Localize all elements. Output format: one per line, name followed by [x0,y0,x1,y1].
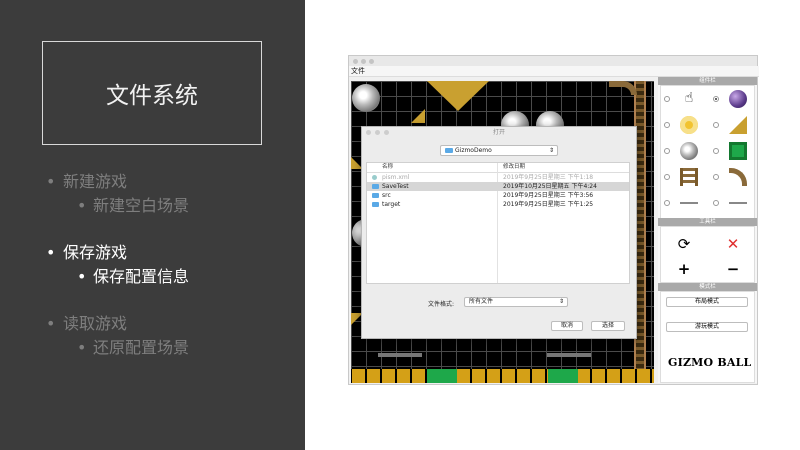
file-date: 2019年9月25日星期三 下午1:18 [503,174,594,181]
chevron-updown-icon: ⇕ [558,298,564,305]
tools-grid: ⟳ ✕ + − [660,226,755,283]
modes-header: 模式栏 [658,283,757,291]
folder-name: GizmoDemo [455,147,492,154]
folder-icon [372,202,379,207]
emerald-icon[interactable] [729,142,747,160]
radio-curved-track[interactable] [713,174,719,180]
file-list-header: 名称 修改日期 [367,163,629,173]
delete-icon[interactable]: ✕ [723,237,743,252]
tools-header: 工具栏 [658,218,757,226]
file-name: pism.xml [382,174,410,181]
straight-track-icon[interactable] [680,168,698,186]
triangle-icon[interactable] [729,116,747,134]
file-date: 2019年9月25日星期三 下午1:25 [503,201,594,208]
flipper-baffle [378,353,422,357]
folder-dropdown[interactable]: GizmoDemo ⇕ [440,145,558,156]
file-date: 2019年10月25日星期五 下午4:24 [503,183,597,190]
rotate-icon[interactable]: ⟳ [674,237,694,252]
emerald-block-icon [427,369,457,383]
file-format-label: 文件格式: [428,301,455,308]
layout-mode-button[interactable]: 布局模式 [666,297,748,307]
ring-icon[interactable] [680,116,698,134]
file-name: src [382,192,391,199]
right-baffle-icon[interactable] [729,202,747,204]
xml-file-icon [372,175,377,180]
menu-file[interactable]: 文件 [351,67,365,75]
flipper-baffle [547,353,591,357]
components-header: 组件栏 [658,77,757,85]
chevron-updown-icon: ⇕ [548,147,554,154]
minimize-window-icon[interactable] [361,59,366,64]
bullet-list: 新建游戏 新建空白场景 保存游戏 保存配置信息 读取游戏 还原配置场景 [46,170,296,360]
slide-title: 文件系统 [106,83,198,109]
open-file-dialog: 打开 GizmoDemo ⇕ 名称 修改日期 pism.xml 2019年9月2… [361,126,637,339]
gold-triangle-icon [411,109,425,123]
gold-triangle-icon [427,81,489,111]
dialog-close-icon[interactable] [366,130,371,135]
radio-ring[interactable] [664,122,670,128]
column-name[interactable]: 名称 [382,163,393,172]
slide-title-box: 文件系统 [42,41,262,145]
left-baffle-icon[interactable] [680,202,698,204]
diamond-icon[interactable] [680,142,698,160]
dialog-zoom-icon[interactable] [384,130,389,135]
bullet-new-game: 新建游戏 [46,170,296,194]
sub-bullet-restore-scene: 还原配置场景 [46,336,296,360]
list-item[interactable]: target 2019年9月25日星期三 下午1:25 [367,200,629,209]
dialog-title: 打开 [492,129,505,136]
curved-track-icon[interactable] [729,168,747,186]
sub-bullet-new-blank-scene: 新建空白场景 [46,194,296,218]
ball-icon[interactable] [729,90,747,108]
folder-icon [372,184,379,189]
file-name: target [382,201,401,208]
file-name: SaveTest [382,183,409,190]
radio-ball[interactable] [713,96,719,102]
play-mode-button[interactable]: 游玩模式 [666,322,748,332]
gizmo-ball-logo: GIZMO BALL [668,356,752,369]
emerald-block-icon [548,369,578,383]
radio-triangle[interactable] [713,122,719,128]
side-panel: 组件栏 ☝ 工具栏 ⟳ ✕ + − 模式栏 布局模式 游玩模式 [658,77,757,383]
components-grid: ☝ [660,85,755,221]
close-window-icon[interactable] [353,59,358,64]
folder-icon [372,193,379,198]
bullet-load-game: 读取游戏 [46,312,296,336]
radio-finger[interactable] [664,96,670,102]
curved-track-icon [609,81,637,95]
radio-right-baffle[interactable] [713,200,719,206]
radio-track[interactable] [664,174,670,180]
zoom-out-icon[interactable]: − [723,262,743,277]
list-item[interactable]: SaveTest 2019年10月25日星期五 下午4:24 [367,182,629,191]
file-format-dropdown[interactable]: 所有文件 ⇕ [464,297,568,307]
cancel-button[interactable]: 取消 [551,321,583,331]
column-modified[interactable]: 修改日期 [503,163,525,172]
radio-diamond[interactable] [664,148,670,154]
sub-bullet-save-config: 保存配置信息 [46,265,296,289]
finger-pointer-icon[interactable]: ☝ [680,89,698,107]
radio-left-baffle[interactable] [664,200,670,206]
list-item[interactable]: src 2019年9月25日星期三 下午3:56 [367,191,629,200]
zoom-in-icon[interactable]: + [674,262,694,277]
list-item[interactable]: pism.xml 2019年9月25日星期三 下午1:18 [367,173,629,182]
file-list[interactable]: 名称 修改日期 pism.xml 2019年9月25日星期三 下午1:18 Sa… [366,162,630,284]
bullet-save-game: 保存游戏 [46,241,296,265]
choose-button[interactable]: 选择 [591,321,625,331]
window-titlebar [349,56,757,66]
dialog-minimize-icon[interactable] [375,130,380,135]
menu-bar: 文件 [349,66,759,77]
ring-row [351,369,654,383]
radio-emerald[interactable] [713,148,719,154]
diamond-absorber-icon [352,84,380,112]
file-format-value: 所有文件 [469,298,494,305]
zoom-window-icon[interactable] [369,59,374,64]
slide-panel: 文件系统 新建游戏 新建空白场景 保存游戏 保存配置信息 读取游戏 还原配置场景 [0,0,305,450]
file-date: 2019年9月25日星期三 下午3:56 [503,192,594,199]
folder-icon [445,148,453,153]
